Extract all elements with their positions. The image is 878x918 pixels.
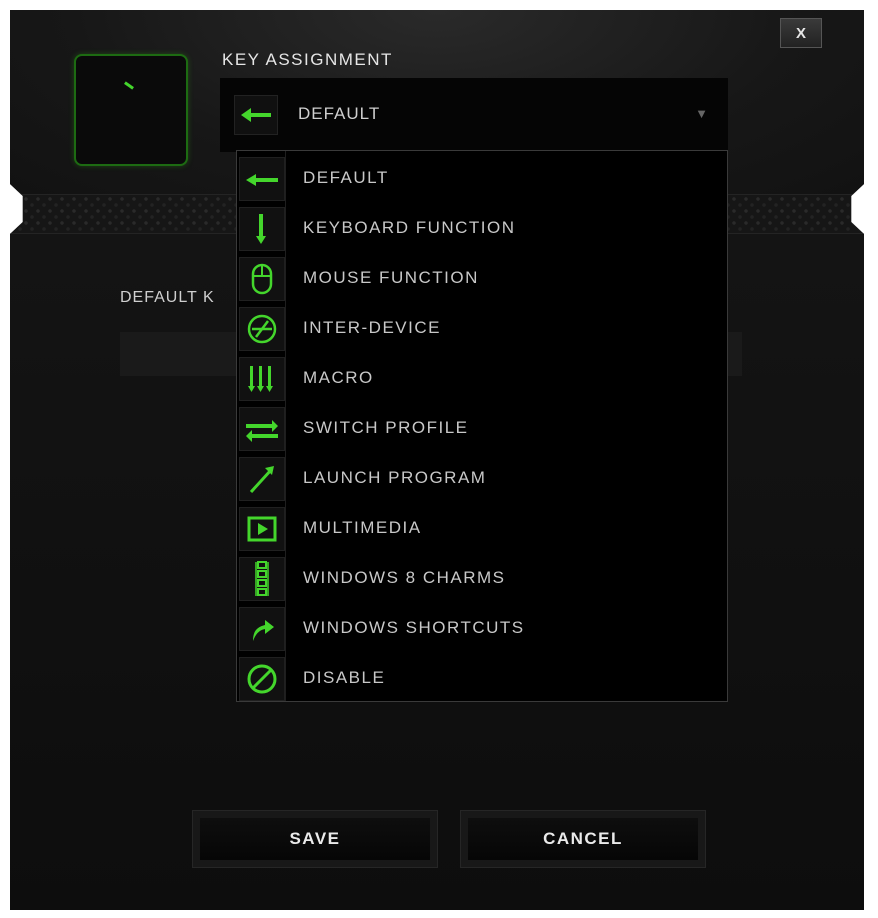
chevron-down-icon: ▼ — [695, 106, 708, 121]
menu-item-windows-8-charms[interactable]: WINDOWS 8 CHARMS — [237, 553, 727, 603]
menu-item-label: SWITCH PROFILE — [303, 418, 469, 437]
cancel-button-label: CANCEL — [468, 818, 698, 860]
menu-item-label: MACRO — [303, 368, 374, 387]
assignment-dropdown-menu: DEFAULT KEYBOARD FUNCTION MOUSE FUNCTION… — [236, 150, 728, 702]
multimedia-icon — [239, 507, 285, 551]
macro-icon — [239, 357, 285, 401]
menu-item-launch-program[interactable]: LAUNCH PROGRAM — [237, 453, 727, 503]
save-button-label: SAVE — [200, 818, 430, 860]
arrow-left-icon — [239, 157, 285, 201]
windows-charms-icon — [239, 557, 285, 601]
keyboard-function-icon — [239, 207, 285, 251]
mouse-icon — [239, 257, 285, 301]
windows-shortcuts-icon — [239, 607, 285, 651]
arrow-left-icon — [234, 95, 278, 135]
menu-item-macro[interactable]: MACRO — [237, 353, 727, 403]
key-assignment-dialog: X KEY ASSIGNMENT DEFAULT ▼ DEFAULT K DEF… — [10, 10, 864, 910]
launch-program-icon — [239, 457, 285, 501]
inter-device-icon — [239, 307, 285, 351]
selected-value: DEFAULT — [298, 104, 381, 123]
menu-item-disable[interactable]: DISABLE — [237, 653, 727, 703]
menu-item-label: MULTIMEDIA — [303, 518, 422, 537]
menu-item-switch-profile[interactable]: SWITCH PROFILE — [237, 403, 727, 453]
menu-item-inter-device[interactable]: INTER-DEVICE — [237, 303, 727, 353]
close-button[interactable]: X — [780, 18, 822, 48]
section-title: KEY ASSIGNMENT — [222, 50, 393, 69]
menu-item-mouse-function[interactable]: MOUSE FUNCTION — [237, 253, 727, 303]
menu-item-label: MOUSE FUNCTION — [303, 268, 479, 287]
cancel-button[interactable]: CANCEL — [460, 810, 706, 868]
key-assignment-select[interactable]: DEFAULT ▼ — [220, 78, 728, 152]
menu-item-keyboard-function[interactable]: KEYBOARD FUNCTION — [237, 203, 727, 253]
save-button[interactable]: SAVE — [192, 810, 438, 868]
menu-item-label: DEFAULT — [303, 168, 389, 187]
menu-item-default[interactable]: DEFAULT — [237, 153, 727, 203]
menu-item-label: DISABLE — [303, 668, 386, 687]
menu-item-label: LAUNCH PROGRAM — [303, 468, 487, 487]
menu-item-label: KEYBOARD FUNCTION — [303, 218, 516, 237]
menu-item-label: INTER-DEVICE — [303, 318, 441, 337]
menu-item-windows-shortcuts[interactable]: WINDOWS SHORTCUTS — [237, 603, 727, 653]
key-highlight-icon — [124, 81, 134, 90]
menu-item-label: WINDOWS SHORTCUTS — [303, 618, 525, 637]
menu-item-multimedia[interactable]: MULTIMEDIA — [237, 503, 727, 553]
key-preview — [74, 54, 188, 166]
default-key-label: DEFAULT K — [120, 289, 215, 306]
disable-icon — [239, 657, 285, 701]
menu-item-label: WINDOWS 8 CHARMS — [303, 568, 506, 587]
switch-profile-icon — [239, 407, 285, 451]
